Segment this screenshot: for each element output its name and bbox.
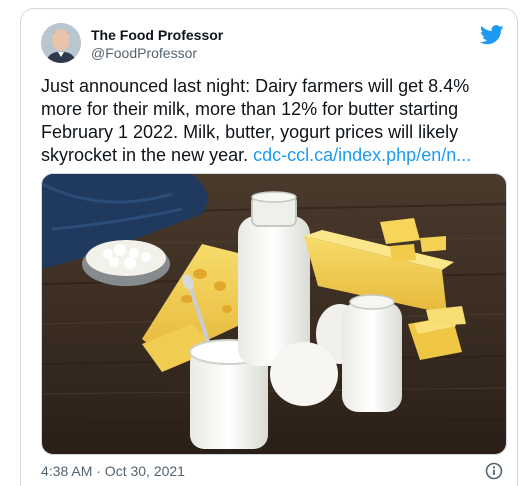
tweet-link[interactable]: cdc-ccl.ca/index.php/en/n...: [253, 145, 471, 165]
avatar[interactable]: [41, 23, 81, 63]
handle[interactable]: @FoodProfessor: [91, 45, 197, 62]
display-name[interactable]: The Food Professor: [91, 27, 223, 44]
twitter-bird-icon[interactable]: [479, 25, 504, 45]
tweet-card: The Food Professor @FoodProfessor Just a…: [20, 8, 518, 486]
tweet-timestamp[interactable]: 4:38 AM · Oct 30, 2021: [41, 463, 185, 479]
tweet-text: Just announced last night: Dairy farmers…: [41, 75, 511, 167]
info-icon[interactable]: [485, 462, 503, 480]
tweet-media-photo[interactable]: [41, 173, 507, 455]
